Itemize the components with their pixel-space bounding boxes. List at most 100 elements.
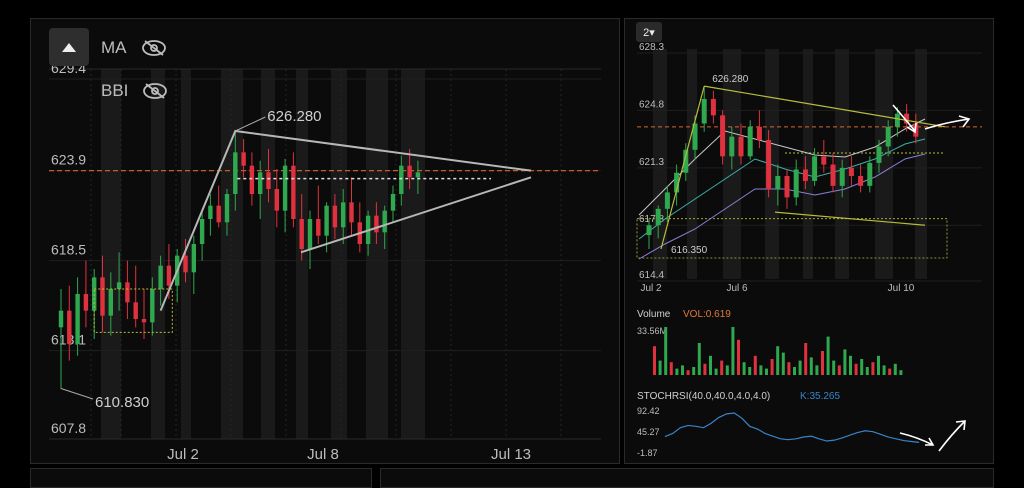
side-candle-body [655,208,661,226]
stochrsi-k-value: K:35.265 [800,391,840,402]
candle-body [282,165,288,211]
volume-bar [832,360,836,375]
volume-bar [776,346,780,375]
side-x-tick-label: Jul 2 [640,283,662,294]
volume-bar [781,352,785,375]
candle-body [67,310,72,344]
volume-bar [742,362,746,375]
candle-body [307,219,313,249]
collapse-indicators-button[interactable] [49,28,89,66]
stochrsi-title: STOCHRSI(40.0,40.0,4.0,4.0) [637,391,770,402]
background-stripe [401,69,425,439]
candle-body [390,194,396,211]
side-y-tick-label: 614.4 [639,270,664,281]
interval-select[interactable]: 2▾ [636,22,662,42]
volume-bar [837,365,841,375]
volume-bar [787,362,791,375]
volume-bar [692,367,696,375]
indicator-ma[interactable]: MA [101,38,167,58]
high-price-label: 626.280 [267,108,321,125]
candle [133,265,138,328]
eye-off-icon[interactable] [141,39,167,57]
y-tick-label: 623.9 [51,152,86,168]
candle-body [415,172,421,178]
side-candle-body [885,126,891,147]
volume-bar [720,360,724,375]
candle [216,185,221,228]
y-tick-label: 607.8 [51,420,86,436]
arrow-up-head-icon [958,115,971,128]
side-candle [848,156,854,186]
volume-bar [871,362,875,375]
volume-bar [821,351,824,375]
side-candle-body [858,176,864,186]
candle-body [191,244,196,273]
side-chart[interactable]: 628.3624.8621.3617.8614.4Jul 2 Jul 6 Jul 1… [625,19,995,465]
volume-bar [809,357,813,375]
side-candle [830,153,836,193]
volume-bar [860,359,864,375]
volume-max-label: 33.56M [637,326,667,336]
background-stripe [331,69,347,439]
candle-body [108,289,113,316]
bottom-panel-left [30,468,372,488]
candle-body [374,215,379,233]
volume-bar [877,355,880,375]
indicator-bbi[interactable]: BBI [101,81,168,101]
candle-body [199,219,205,244]
candle-body [407,165,412,178]
background-stripe [101,69,121,439]
side-candle-body [867,162,873,186]
candle-body [316,219,321,236]
candle [349,177,354,236]
candle-body [274,189,279,211]
candle-body [158,265,163,289]
volume-bar [697,343,701,375]
background-stripe [875,49,893,279]
side-candle-body [756,126,762,140]
side-candle-body [646,225,652,236]
candle-body [150,289,155,323]
volume-bar [899,370,903,375]
candle-body [100,277,105,316]
side-candle-body [830,164,836,186]
volume-indicator: VOL:0.619 [683,309,731,320]
side-candle-body [664,192,670,209]
candle [274,169,279,228]
side-candle [756,110,762,149]
side-candle-body [710,98,716,116]
volume-bar [759,365,763,375]
candle-body [241,152,246,166]
candle-body [166,265,172,286]
x-tick-label: Jul 8 [307,446,339,463]
stoch-arrow-down-icon [899,432,934,446]
stoch-arrow-up-icon [938,420,966,452]
candle-body [224,194,230,223]
volume-bar [893,363,897,375]
background-stripe [221,69,243,439]
background-stripe [151,69,165,439]
volume-bar [731,327,735,375]
volume-bar [815,365,819,375]
volume-bar [753,355,757,375]
volume-bar [658,360,662,375]
candle [357,202,362,253]
side-y-tick-label: 624.8 [639,99,664,110]
stochrsi-k-line [664,412,920,443]
side-y-tick-label: 621.3 [639,157,664,168]
candle-body [58,310,64,328]
side-candle [710,90,716,124]
candle [75,277,80,356]
candle [282,159,288,233]
candle [83,260,89,328]
low-pointer-line [60,388,94,400]
eye-off-icon[interactable] [142,82,168,100]
candle-body [233,152,238,194]
volume-bar [826,336,830,375]
chevron-up-icon [62,42,76,52]
candle-body [183,255,188,273]
candle-body [133,302,138,319]
candle [208,194,213,236]
side-candle-body [738,136,744,157]
side-candle-body [747,126,753,157]
